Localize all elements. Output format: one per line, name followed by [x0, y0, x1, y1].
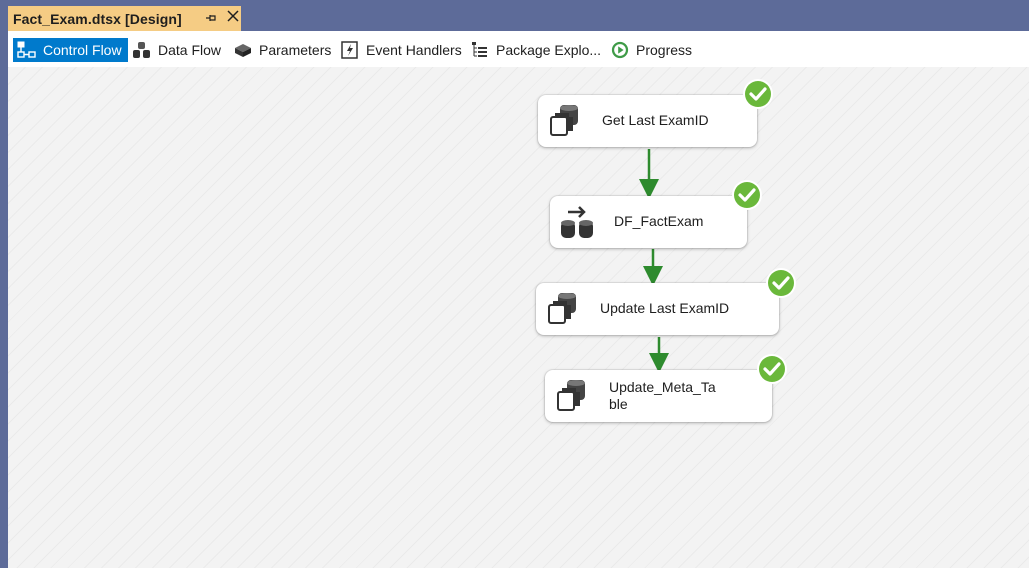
execute-sql-task-icon [550, 105, 578, 136]
tab-label: Package Explo... [496, 42, 602, 58]
event-handlers-icon [341, 41, 358, 59]
tab-event-handlers[interactable]: Event Handlers [336, 38, 468, 62]
package-explorer-icon [472, 42, 487, 57]
control-flow-icon [17, 41, 36, 58]
execute-sql-task-icon [557, 380, 585, 411]
tab-label: Parameters [259, 42, 332, 58]
progress-icon [611, 41, 629, 59]
task-label: Update Last ExamID [600, 300, 730, 316]
document-tab-strip: Fact_Exam.dtsx [Design] [0, 0, 1029, 31]
task-label: Get Last ExamID [602, 112, 709, 128]
task-get-last-examid[interactable]: Get Last ExamID [538, 95, 757, 147]
tab-parameters[interactable]: Parameters [229, 38, 337, 62]
task-update-meta-table[interactable]: Update_Meta_Ta ble [545, 370, 772, 422]
task-label-line-2: ble [609, 396, 628, 412]
data-flow-icon [133, 42, 150, 58]
task-df-factexam[interactable]: DF_FactExam [550, 196, 747, 248]
document-tab[interactable]: Fact_Exam.dtsx [Design] [8, 6, 241, 31]
data-flow-task-icon [561, 206, 593, 238]
tab-data-flow[interactable]: Data Flow [128, 38, 227, 62]
tab-label: Data Flow [158, 42, 222, 58]
tab-progress[interactable]: Progress [606, 38, 698, 62]
success-check-icon [743, 79, 773, 109]
execute-sql-task-icon [548, 293, 576, 324]
parameters-icon [235, 44, 251, 57]
document-tab-title: Fact_Exam.dtsx [Design] [13, 10, 182, 27]
tab-label: Event Handlers [366, 42, 462, 58]
tab-control-flow[interactable]: Control Flow [13, 38, 128, 62]
package-designer: Control Flow Data Flow Parameters Event … [8, 31, 1029, 568]
task-label: DF_FactExam [614, 213, 704, 229]
designer-tabs: Control Flow Data Flow Parameters Event … [8, 31, 1029, 67]
success-check-icon [732, 180, 762, 210]
pin-icon[interactable] [205, 11, 217, 25]
tab-label: Control Flow [43, 42, 122, 58]
success-check-icon [757, 354, 787, 384]
close-icon[interactable] [226, 9, 240, 27]
tab-package-explorer[interactable]: Package Explo... [466, 38, 607, 62]
success-check-icon [766, 268, 796, 298]
precedence-constraints [639, 149, 669, 373]
task-label-line-1: Update_Meta_Ta [609, 379, 716, 395]
tab-label: Progress [636, 42, 693, 58]
control-flow-canvas[interactable]: Get Last ExamID DF_FactExam Update Last … [8, 67, 1029, 568]
task-update-last-examid[interactable]: Update Last ExamID [536, 283, 779, 335]
